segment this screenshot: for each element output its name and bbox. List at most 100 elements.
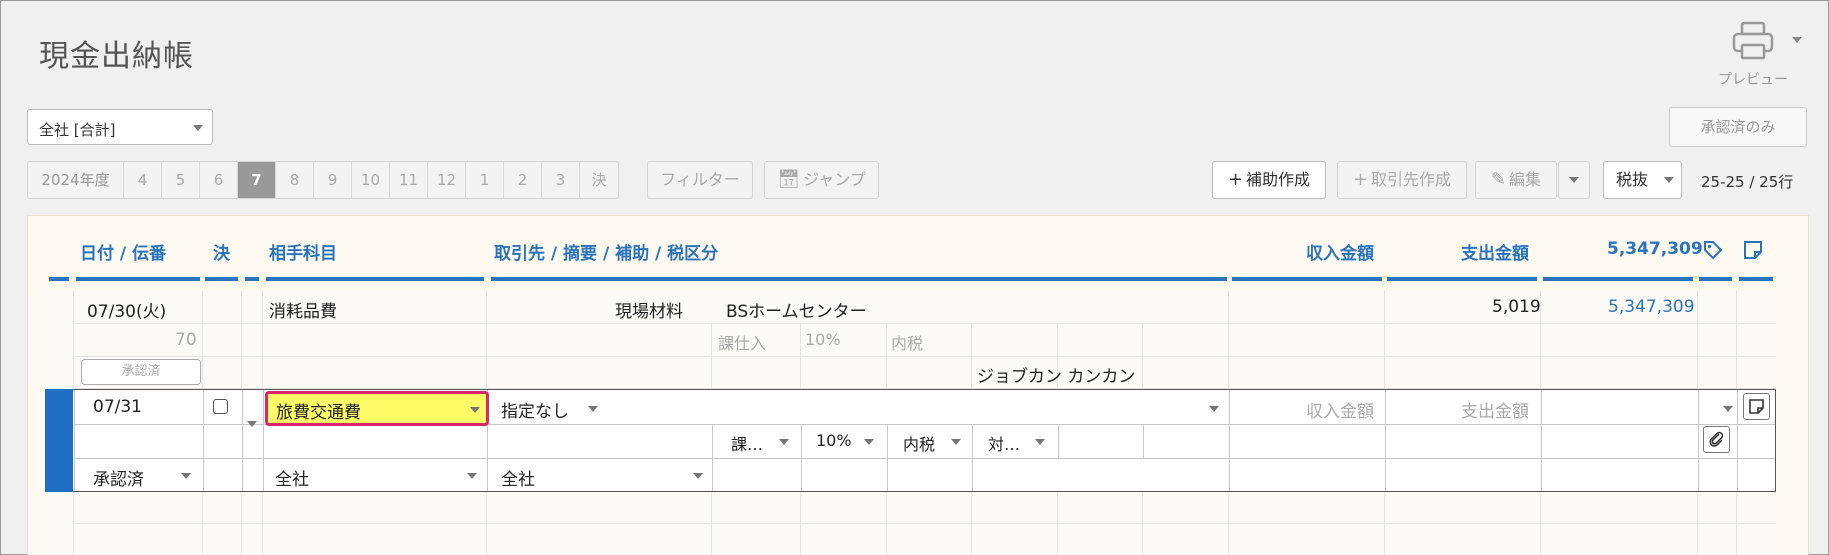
entry-voucher-number[interactable]: 70 (175, 330, 197, 350)
note-icon[interactable] (1743, 240, 1763, 260)
month-2[interactable]: 2 (504, 162, 542, 198)
row-count: 25-25 / 25行 (1701, 173, 1794, 191)
month-11[interactable]: 11 (390, 162, 428, 198)
partner-select[interactable]: 指定なし (501, 397, 569, 422)
partner-create-label: 取引先作成 (1371, 170, 1452, 189)
entry-balance: 5,347,309 (1608, 297, 1695, 317)
chevron-down-icon[interactable] (864, 439, 874, 445)
header-underline (1232, 277, 1382, 281)
entry-tax-inclusion[interactable]: 内税 (891, 330, 923, 354)
header-date[interactable]: 日付 / 伝番 (80, 239, 166, 264)
entry-approval-badge: 承認済 (81, 359, 201, 385)
edit-label: 編集 (1509, 170, 1542, 189)
month-settlement[interactable]: 決 (580, 162, 618, 198)
partner-department-select[interactable]: 全社 (501, 465, 535, 490)
income-input[interactable]: 収入金額 (1306, 397, 1374, 422)
approval-status-select[interactable]: 承認済 (93, 465, 144, 490)
attachment-button[interactable] (1703, 426, 1730, 453)
tax-kind-select[interactable]: 課… (731, 431, 763, 455)
new-entry-date-input[interactable]: 07/31 (93, 397, 142, 417)
chevron-down-icon[interactable] (693, 473, 703, 479)
tag-icon[interactable] (1703, 240, 1723, 260)
chevron-down-icon[interactable] (1035, 439, 1045, 445)
month-3[interactable]: 3 (542, 162, 580, 198)
entry-account[interactable]: 消耗品費 (269, 297, 337, 322)
month-10[interactable]: 10 (352, 162, 390, 198)
chevron-down-icon[interactable] (181, 473, 191, 479)
approved-only-toggle[interactable]: 承認済のみ (1669, 107, 1807, 147)
chevron-down-icon[interactable] (588, 406, 598, 412)
chevron-down-icon (1664, 177, 1674, 183)
header-details[interactable]: 取引先 / 摘要 / 補助 / 税区分 (494, 239, 718, 264)
partner-create-button[interactable]: + 取引先作成 (1337, 161, 1467, 199)
edit-button[interactable]: ✎ 編集 (1475, 161, 1557, 199)
tax-mode-value: 税抜 (1616, 170, 1649, 189)
chevron-down-icon[interactable] (1209, 406, 1219, 412)
department-select[interactable]: 全社 (275, 465, 309, 490)
month-4[interactable]: 4 (124, 162, 162, 198)
entry-partner[interactable]: BSホームセンター (726, 297, 867, 322)
chevron-down-icon (470, 407, 480, 413)
filter-button[interactable]: フィルター (647, 161, 753, 199)
month-6[interactable]: 6 (200, 162, 238, 198)
chevron-down-icon[interactable] (951, 439, 961, 445)
preview-label: プレビュー (1718, 72, 1788, 88)
edit-row-indicator (45, 389, 73, 492)
plus-icon: + (1227, 169, 1244, 190)
account-select[interactable]: 旅費交通費 (265, 391, 489, 426)
company-select[interactable]: 全社 [合計] (27, 109, 213, 145)
header-expense[interactable]: 支出金額 (1461, 239, 1529, 264)
settle-checkbox[interactable] (213, 399, 228, 414)
aux-create-button[interactable]: + 補助作成 (1212, 161, 1326, 199)
month-7[interactable]: 7 (238, 162, 276, 198)
entry-expense[interactable]: 5,019 (1492, 297, 1541, 317)
paperclip-icon (1709, 431, 1724, 447)
chevron-down-icon[interactable] (1723, 406, 1733, 412)
header-underline (1699, 277, 1732, 281)
entry-sub-account[interactable]: ジョブカン カンカン (977, 362, 1135, 387)
tax-mode-select[interactable]: 税抜 (1603, 161, 1682, 199)
jump-button[interactable]: 📅︎ ジャンプ (764, 161, 879, 199)
month-12[interactable]: 12 (428, 162, 466, 198)
memo-note-button[interactable] (1743, 393, 1770, 420)
entry-date[interactable]: 07/30(火) (87, 297, 166, 322)
header-account[interactable]: 相手科目 (269, 239, 337, 264)
header-income[interactable]: 収入金額 (1306, 239, 1374, 264)
company-select-value: 全社 [合計] (39, 121, 116, 139)
edit-menu-button[interactable] (1558, 161, 1590, 199)
chevron-down-icon[interactable] (779, 439, 789, 445)
calendar-icon: 📅︎ (777, 169, 801, 190)
account-select-value: 旅費交通費 (276, 403, 361, 423)
header-underline (1387, 277, 1537, 281)
page-title: 現金出納帳 (39, 39, 194, 74)
fiscal-year-button[interactable]: 2024年度 (28, 162, 124, 198)
month-1[interactable]: 1 (466, 162, 504, 198)
chevron-down-icon (193, 125, 203, 131)
jump-label: ジャンプ (803, 170, 866, 189)
tax-rate-select[interactable]: 10% (816, 431, 852, 450)
month-9[interactable]: 9 (314, 162, 352, 198)
header-underline (491, 277, 1227, 281)
month-8[interactable]: 8 (276, 162, 314, 198)
entry-tax-kind[interactable]: 課仕入 (718, 330, 766, 354)
header-underline (76, 277, 200, 281)
tax-target-select[interactable]: 対… (988, 431, 1020, 455)
month-selector: 2024年度 4 5 6 7 8 9 10 11 12 1 2 3 決 (27, 161, 619, 199)
memo-input[interactable] (612, 392, 1229, 423)
expense-input[interactable]: 支出金額 (1461, 397, 1529, 422)
entry-tax-rate[interactable]: 10% (805, 330, 841, 349)
chevron-down-icon[interactable] (1792, 37, 1802, 43)
chevron-down-icon[interactable] (247, 421, 257, 427)
preview-button[interactable]: プレビュー (1713, 19, 1803, 88)
header-balance: 5,347,309 (1607, 239, 1703, 259)
tax-inclusion-select[interactable]: 内税 (903, 431, 935, 455)
header-underline (1739, 277, 1773, 281)
entry-memo[interactable]: 現場材料 (615, 297, 683, 322)
header-underline (1543, 277, 1693, 281)
header-underline (49, 277, 69, 281)
month-5[interactable]: 5 (162, 162, 200, 198)
chevron-down-icon[interactable] (467, 473, 477, 479)
header-settle[interactable]: 決 (213, 239, 230, 264)
note-icon (1749, 399, 1764, 414)
pencil-icon: ✎ (1490, 169, 1507, 190)
